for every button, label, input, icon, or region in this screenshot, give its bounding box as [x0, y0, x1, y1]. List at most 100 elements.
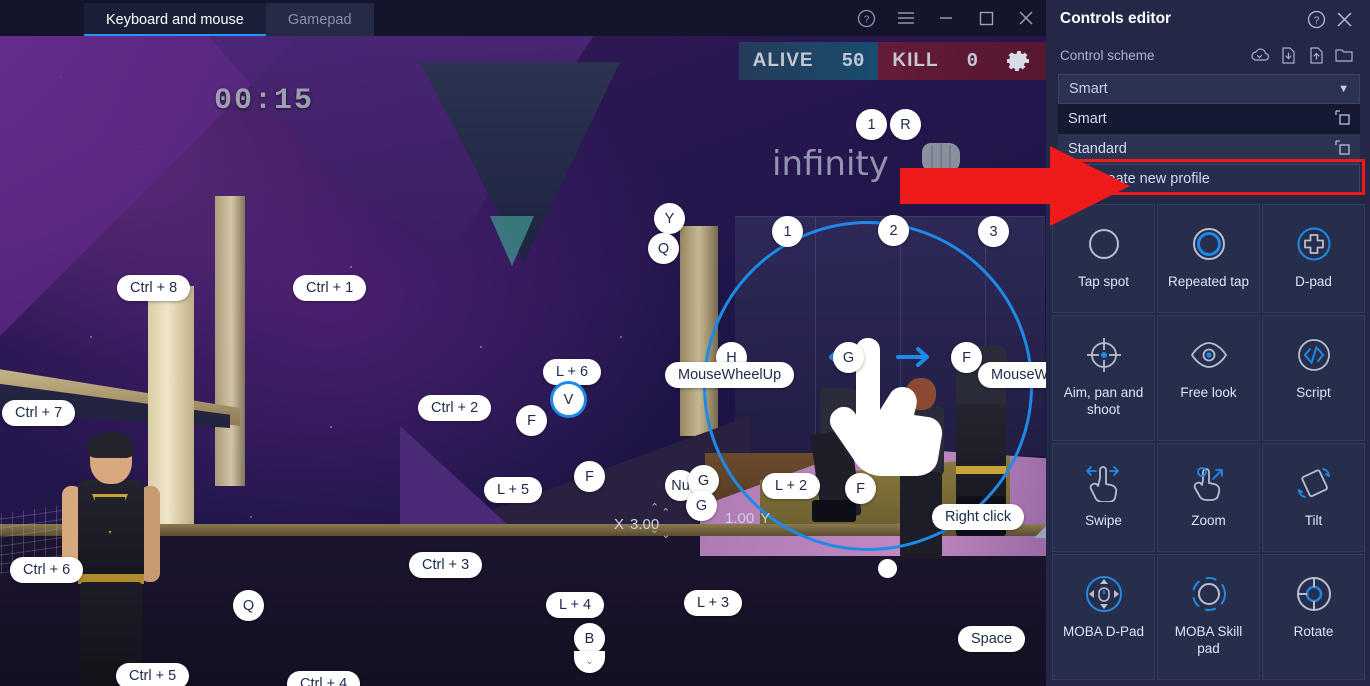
key-binding-label: Ctrl + 2	[431, 400, 479, 416]
import-icon[interactable]	[1274, 42, 1302, 68]
tool-label: Zoom	[1191, 513, 1226, 528]
key-binding-label: Ctrl + 5	[129, 668, 177, 684]
key-binding-k-g1[interactable]: G	[833, 342, 864, 373]
folder-icon[interactable]	[1330, 42, 1358, 68]
dropdown-option-smart[interactable]: Smart	[1058, 104, 1360, 134]
key-binding-k-2[interactable]: 2	[878, 215, 909, 246]
tool-label: D-pad	[1295, 274, 1332, 289]
sensitivity-y-stepper[interactable]: ⌃ ⌄	[650, 502, 659, 535]
key-binding-k-ctrl7[interactable]: Ctrl + 7	[2, 400, 76, 426]
tool-aim-pan-shoot[interactable]: Aim, pan and shoot	[1052, 315, 1155, 441]
kill-counter: KILL 0	[878, 42, 992, 80]
gear-icon[interactable]	[992, 42, 1046, 80]
create-new-profile-button[interactable]: + Create new profile	[1058, 164, 1360, 194]
moba-skillpad-icon	[1188, 573, 1230, 615]
menu-icon[interactable]	[886, 0, 926, 36]
sensitivity-x-stepper[interactable]: ⌃ ⌄	[661, 508, 670, 541]
alive-label: ALIVE	[752, 50, 814, 71]
sensitivity-y-control[interactable]: 1.00 Y ⌃ ⌄	[650, 502, 770, 535]
key-binding-k-ctrl6[interactable]: Ctrl + 6	[10, 557, 84, 583]
tool-zoom[interactable]: Zoom	[1157, 443, 1260, 553]
key-binding-k-f3[interactable]: F	[845, 473, 876, 504]
key-binding-k-l2[interactable]: L + 2	[762, 473, 821, 499]
key-binding-k-ctrl1[interactable]: Ctrl + 1	[293, 275, 367, 301]
key-binding-k-y[interactable]: Y	[654, 203, 685, 234]
terrain-pillar-b	[215, 196, 245, 486]
tool-dpad[interactable]: D-pad	[1262, 204, 1365, 314]
key-binding-k-1b[interactable]: 1	[772, 216, 803, 247]
key-binding-label: 2	[889, 222, 898, 239]
game-viewport[interactable]: 00:15 ALIVE 50 KILL 0 infinity X 3.00 ⌃ …	[0, 36, 1046, 686]
key-binding-k-l3[interactable]: L + 3	[684, 590, 743, 616]
key-binding-k-l5[interactable]: L + 5	[484, 477, 543, 503]
key-binding-k-ctrl5[interactable]: Ctrl + 5	[116, 663, 190, 686]
key-binding-k-f4[interactable]: F	[951, 342, 982, 373]
key-binding-k-l6[interactable]: L + 6	[543, 359, 602, 385]
cloud-sync-icon[interactable]	[1246, 42, 1274, 68]
control-scheme-select[interactable]: Smart ▼	[1058, 74, 1360, 104]
chevron-up-icon[interactable]: ⌃	[661, 508, 670, 519]
dropdown-option-standard[interactable]: Standard	[1058, 134, 1360, 164]
key-binding-k-ctrl2[interactable]: Ctrl + 2	[418, 395, 492, 421]
close-icon[interactable]	[1330, 5, 1358, 33]
screen: Keyboard and mouse Gamepad ? 00:15 ALIVE…	[0, 0, 1370, 686]
tool-label: Tap spot	[1077, 274, 1130, 289]
key-binding-label: V	[563, 391, 574, 408]
key-binding-label: Ctrl + 1	[306, 280, 354, 296]
duplicate-icon[interactable]	[1335, 109, 1350, 129]
key-binding-k-q2[interactable]: Q	[233, 590, 264, 621]
key-binding-k-1a[interactable]: 1	[856, 109, 887, 140]
tool-free-look[interactable]: Free look	[1157, 315, 1260, 441]
key-binding-k-rclick[interactable]: Right click	[932, 504, 1025, 530]
tool-tap-spot[interactable]: Tap spot	[1052, 204, 1155, 314]
close-icon[interactable]	[1006, 0, 1046, 36]
export-icon[interactable]	[1302, 42, 1330, 68]
chevron-down-icon[interactable]: ▼	[1338, 83, 1349, 95]
key-binding-k-space[interactable]: Space	[958, 626, 1026, 652]
key-binding-k-r[interactable]: R	[890, 109, 921, 140]
svg-text:?: ?	[1313, 15, 1319, 26]
chevron-down-icon[interactable]: ⌄	[661, 530, 670, 541]
key-binding-k-l4[interactable]: L + 4	[546, 592, 605, 618]
tool-script[interactable]: Script	[1262, 315, 1365, 441]
key-binding-k-3[interactable]: 3	[978, 216, 1009, 247]
key-binding-k-ctrl8[interactable]: Ctrl + 8	[117, 275, 191, 301]
key-binding-label: G	[697, 472, 710, 489]
key-binding-k-mwu[interactable]: MouseWheelUp	[665, 362, 795, 388]
key-binding-k-f1[interactable]: F	[516, 405, 547, 436]
duplicate-icon[interactable]	[1335, 139, 1350, 159]
alive-value: 50	[841, 50, 865, 72]
tool-rotate[interactable]: Rotate	[1262, 554, 1365, 680]
key-binding-k-v[interactable]: V	[553, 384, 584, 415]
tool-moba-dpad[interactable]: MOBA D-Pad	[1052, 554, 1155, 680]
key-binding-k-ctrl4[interactable]: Ctrl + 4	[287, 671, 361, 686]
aim-circle-handle[interactable]	[878, 559, 897, 578]
sensitivity-y-value: 1.00	[725, 510, 755, 527]
key-binding-k-ctrl3[interactable]: Ctrl + 3	[409, 552, 483, 578]
tool-repeated-tap[interactable]: Repeated tap	[1157, 204, 1260, 314]
help-icon[interactable]: ?	[846, 0, 886, 36]
key-binding-k-g3[interactable]: G	[686, 490, 717, 521]
key-binding-k-q1[interactable]: Q	[648, 233, 679, 264]
tab-gamepad[interactable]: Gamepad	[266, 3, 374, 36]
key-binding-label: F	[856, 480, 865, 497]
tool-moba-skillpad[interactable]: MOBA Skill pad	[1157, 554, 1260, 680]
match-timer: 00:15	[214, 84, 315, 118]
minimize-icon[interactable]	[926, 0, 966, 36]
tab-label: Gamepad	[287, 11, 352, 28]
key-binding-k-mwd[interactable]: MouseWheelDown	[978, 362, 1046, 388]
sensitivity-x-control[interactable]: X 3.00 ⌃ ⌄	[614, 508, 670, 541]
svg-text:?: ?	[863, 14, 869, 25]
key-binding-label: F	[962, 349, 971, 366]
tab-keyboard-and-mouse[interactable]: Keyboard and mouse	[84, 3, 266, 36]
chevron-down-icon[interactable]: ⌄	[585, 657, 593, 667]
key-binding-k-f2[interactable]: F	[574, 461, 605, 492]
aim-pan-shoot-icon	[1083, 334, 1125, 376]
key-binding-k-b[interactable]: B	[574, 623, 605, 654]
chevron-up-icon[interactable]: ⌃	[650, 502, 659, 513]
chevron-down-icon[interactable]: ⌄	[650, 524, 659, 535]
maximize-icon[interactable]	[966, 0, 1006, 36]
help-circle-icon[interactable]: ?	[1302, 5, 1330, 33]
tool-swipe[interactable]: Swipe	[1052, 443, 1155, 553]
tool-tilt[interactable]: Tilt	[1262, 443, 1365, 553]
